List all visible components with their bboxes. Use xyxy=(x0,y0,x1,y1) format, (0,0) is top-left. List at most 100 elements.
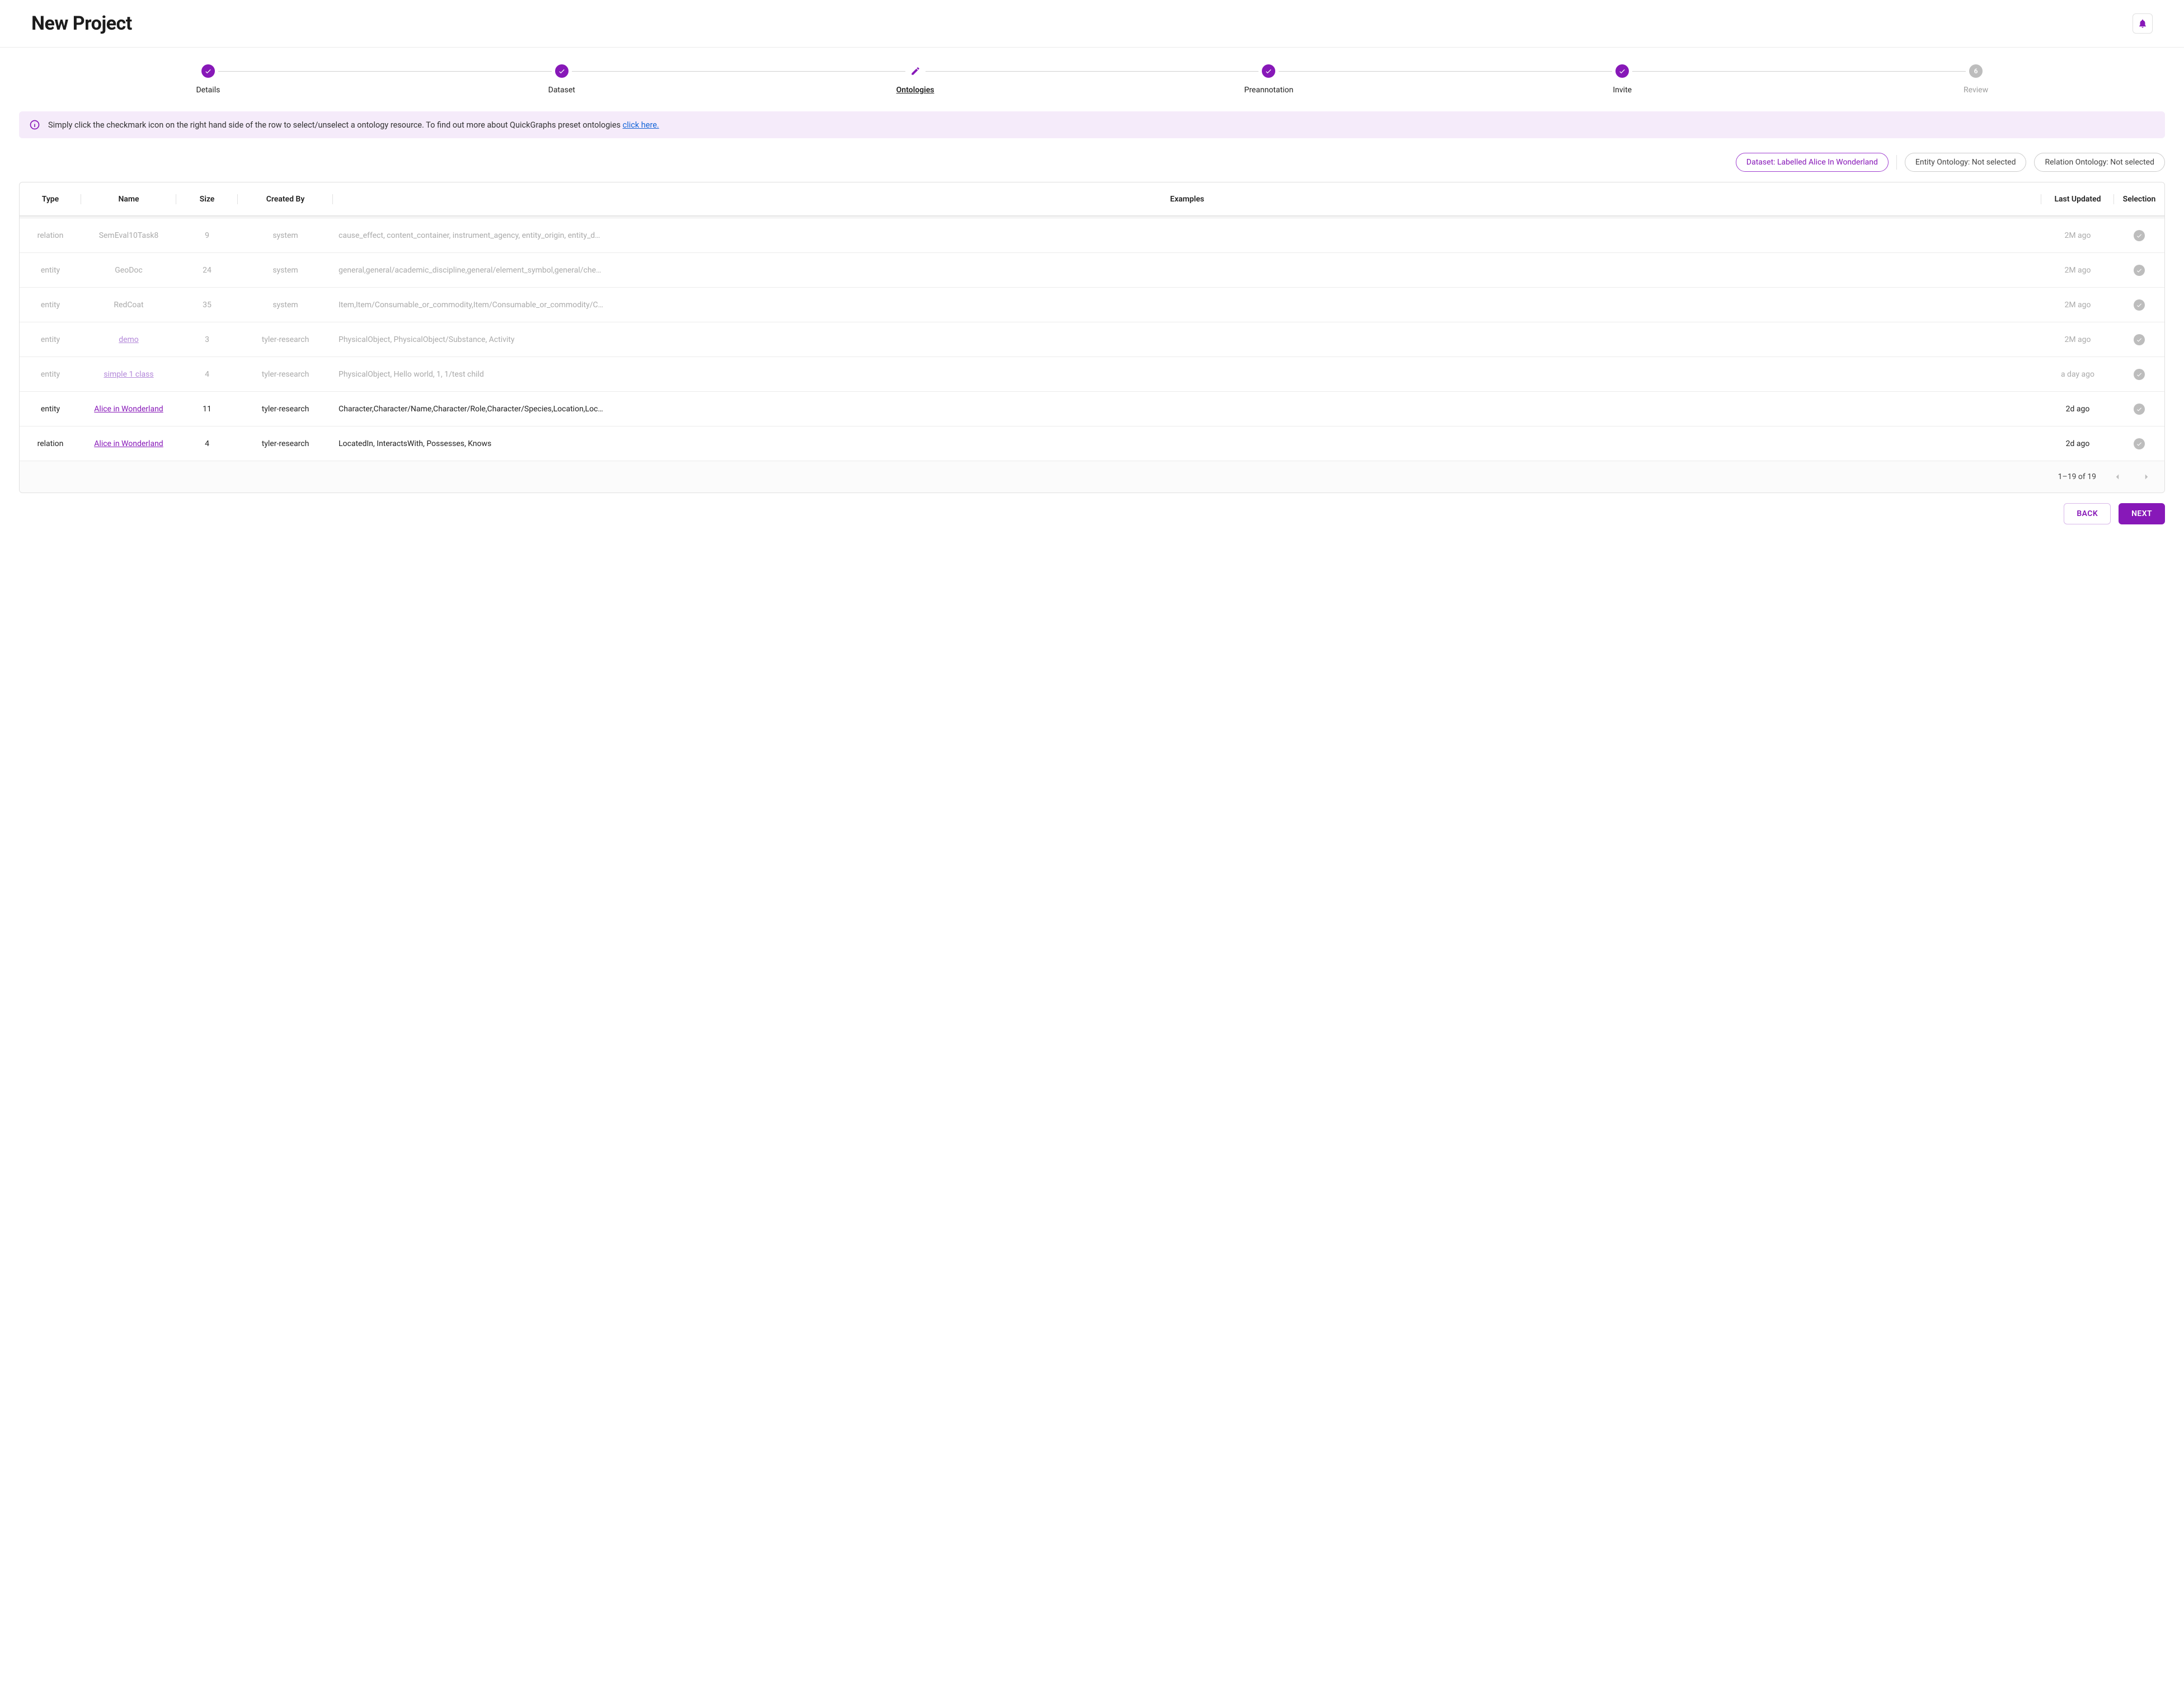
step-ontologies[interactable]: Ontologies xyxy=(739,64,1092,95)
pagination-label: 1–19 of 19 xyxy=(2058,472,2096,481)
step-details[interactable]: Details xyxy=(31,64,385,95)
select-toggle[interactable] xyxy=(2134,230,2145,241)
step-done-icon xyxy=(201,64,215,78)
col-last-updated: Last Updated xyxy=(2041,195,2114,204)
select-toggle[interactable] xyxy=(2134,404,2145,415)
cell-type: entity xyxy=(20,405,81,414)
cell-size: 4 xyxy=(176,370,238,379)
cell-created-by: tyler-research xyxy=(238,335,333,344)
step-dataset[interactable]: Dataset xyxy=(385,64,739,95)
step-connector xyxy=(1632,71,1966,72)
bell-icon xyxy=(2138,18,2148,29)
cell-last-updated: 2M ago xyxy=(2041,231,2114,240)
cell-examples: Character,Character/Name,Character/Role,… xyxy=(333,405,2041,414)
ontology-link[interactable]: demo xyxy=(119,335,139,344)
select-toggle[interactable] xyxy=(2134,265,2145,276)
ontology-link[interactable]: Alice in Wonderland xyxy=(94,439,163,448)
col-created-by: Created By xyxy=(238,195,333,204)
stepper: Details Dataset Ontologies PreannotationInv… xyxy=(0,48,2184,106)
cell-name[interactable]: demo xyxy=(81,335,176,344)
entity-ontology-chip[interactable]: Entity Ontology: Not selected xyxy=(1905,153,2027,172)
step-connector xyxy=(218,71,552,72)
step-connector xyxy=(926,71,1259,72)
step-review[interactable]: 6 Review xyxy=(1799,64,2153,95)
back-button[interactable]: BACK xyxy=(2064,503,2111,524)
cell-name[interactable]: Alice in Wonderland xyxy=(81,439,176,448)
cell-size: 11 xyxy=(176,405,238,414)
info-link[interactable]: click here. xyxy=(623,120,659,130)
cell-examples: general,general/academic_discipline,gene… xyxy=(333,266,2041,275)
cell-selection xyxy=(2114,404,2164,415)
cell-created-by: system xyxy=(238,266,333,275)
cell-last-updated: 2M ago xyxy=(2041,335,2114,344)
select-toggle[interactable] xyxy=(2134,334,2145,345)
cell-last-updated: 2M ago xyxy=(2041,266,2114,275)
step-preannotation[interactable]: Preannotation xyxy=(1092,64,1445,95)
cell-examples: LocatedIn, InteractsWith, Possesses, Kno… xyxy=(333,439,2041,448)
select-toggle[interactable] xyxy=(2134,369,2145,380)
step-done-icon xyxy=(1262,64,1275,78)
table-row: entity demo 3tyler-researchPhysicalObject,… xyxy=(20,322,2164,357)
cell-examples: Item,Item/Consumable_or_commodity,Item/C… xyxy=(333,301,2041,309)
check-icon xyxy=(204,67,212,75)
cell-created-by: system xyxy=(238,231,333,240)
check-icon xyxy=(2136,302,2143,308)
table-row: entityGeoDoc24systemgeneral,general/acad… xyxy=(20,253,2164,288)
ontology-link[interactable]: simple 1 class xyxy=(104,370,153,379)
step-invite[interactable]: Invite xyxy=(1445,64,1799,95)
check-icon xyxy=(1618,67,1626,75)
check-icon xyxy=(1265,67,1272,75)
info-message: Simply click the checkmark icon on the r… xyxy=(48,120,623,130)
cell-selection xyxy=(2114,230,2164,241)
check-icon xyxy=(2136,371,2143,378)
cell-type: entity xyxy=(20,370,81,379)
ontology-link[interactable]: Alice in Wonderland xyxy=(94,405,163,414)
next-button[interactable]: NEXT xyxy=(2119,503,2165,524)
prev-page-button[interactable] xyxy=(2110,469,2125,485)
table-header-row: Type Name Size Created By Examples Last … xyxy=(20,182,2164,216)
step-pending-badge: 6 xyxy=(1969,64,1983,78)
cell-size: 35 xyxy=(176,301,238,309)
notifications-button[interactable] xyxy=(2133,13,2153,34)
step-label: Details xyxy=(196,86,220,95)
cell-type: entity xyxy=(20,266,81,275)
cell-name[interactable]: simple 1 class xyxy=(81,370,176,379)
cell-selection xyxy=(2114,265,2164,276)
cell-examples: PhysicalObject, PhysicalObject/Substance… xyxy=(333,335,2041,344)
chevron-right-icon xyxy=(2141,472,2152,482)
cell-created-by: tyler-research xyxy=(238,439,333,448)
cell-created-by: tyler-research xyxy=(238,405,333,414)
info-banner: Simply click the checkmark icon on the r… xyxy=(19,111,2165,138)
info-icon xyxy=(29,119,40,130)
step-done-icon xyxy=(1615,64,1629,78)
cell-size: 24 xyxy=(176,266,238,275)
select-toggle[interactable] xyxy=(2134,438,2145,449)
cell-type: entity xyxy=(20,301,81,309)
cell-name: RedCoat xyxy=(81,301,176,309)
table-row: entity Alice in Wonderland 11tyler-researc… xyxy=(20,392,2164,426)
step-label: Review xyxy=(1964,86,1988,95)
cell-type: entity xyxy=(20,335,81,344)
step-connector xyxy=(572,71,905,72)
cell-size: 3 xyxy=(176,335,238,344)
check-icon xyxy=(558,67,566,75)
step-label: Dataset xyxy=(548,86,575,95)
cell-size: 4 xyxy=(176,439,238,448)
cell-last-updated: 2d ago xyxy=(2041,439,2114,448)
cell-type: relation xyxy=(20,231,81,240)
step-label: Ontologies xyxy=(896,86,934,95)
col-examples: Examples xyxy=(333,195,2041,204)
select-toggle[interactable] xyxy=(2134,299,2145,311)
table-row: relationAlice in Wonderland4tyler-resear… xyxy=(20,426,2164,461)
relation-ontology-chip[interactable]: Relation Ontology: Not selected xyxy=(2034,153,2165,172)
next-page-button[interactable] xyxy=(2139,469,2154,485)
cell-name: SemEval10Task8 xyxy=(81,231,176,240)
step-done-icon xyxy=(555,64,569,78)
table-footer: 1–19 of 19 xyxy=(20,461,2164,493)
table-row: relationSemEval10Task89systemcause_effec… xyxy=(20,218,2164,253)
dataset-chip[interactable]: Dataset: Labelled Alice In Wonderland xyxy=(1736,153,1889,172)
col-name: Name xyxy=(81,195,176,204)
step-current-icon xyxy=(909,64,922,78)
cell-name[interactable]: Alice in Wonderland xyxy=(81,405,176,414)
cell-examples: cause_effect, content_container, instrum… xyxy=(333,231,2041,240)
